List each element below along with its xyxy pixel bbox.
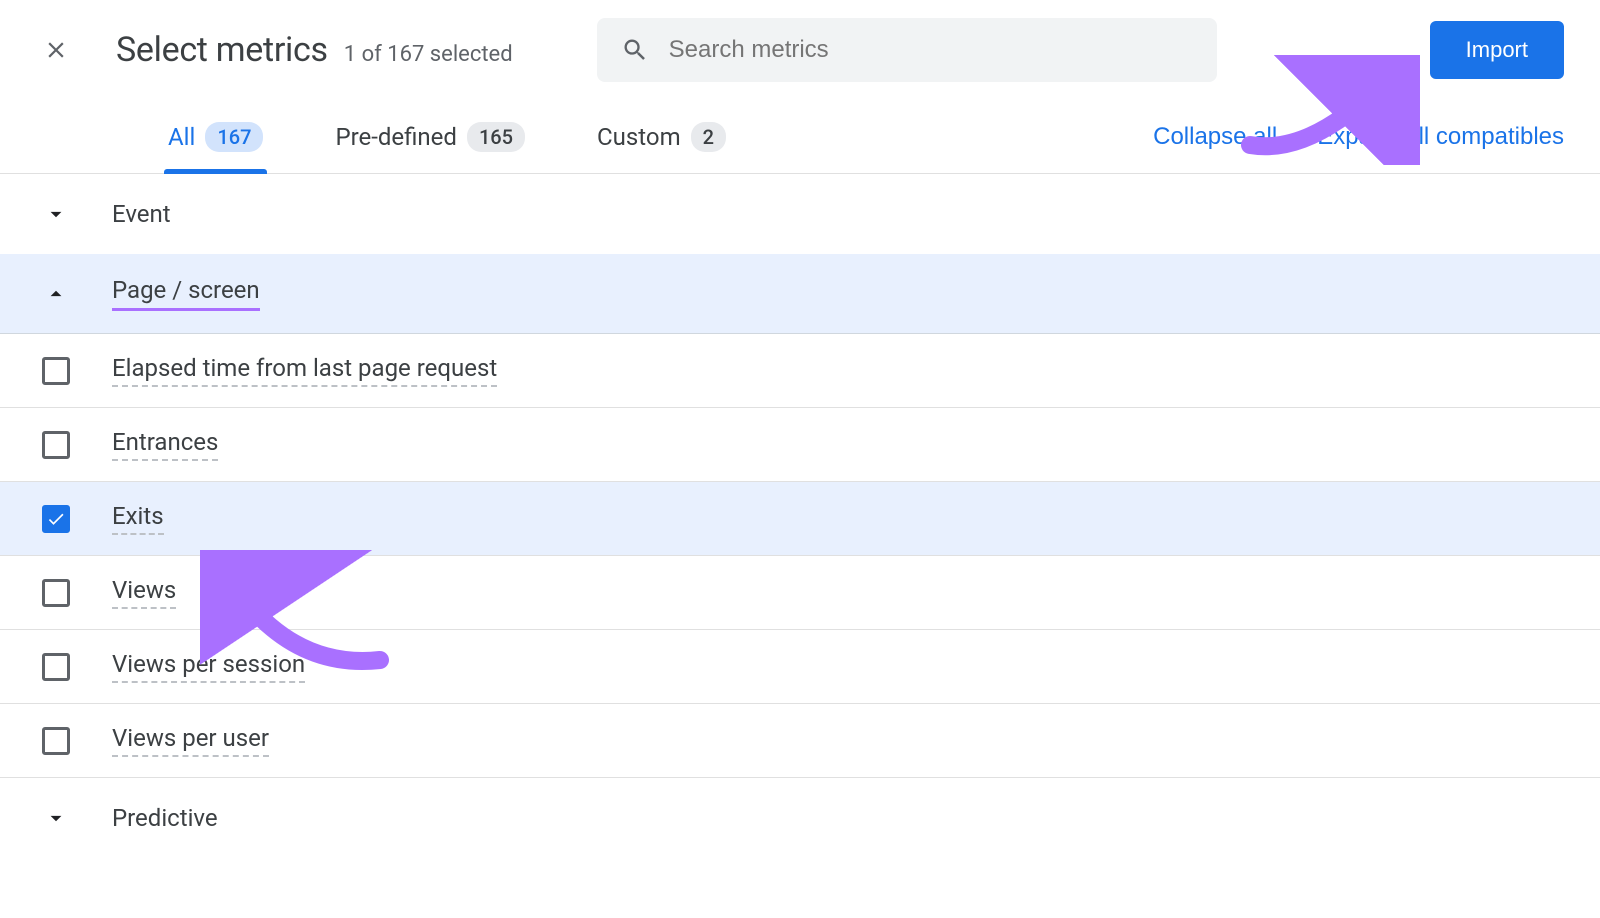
collapse-all-button[interactable]: Collapse all [1153,123,1277,151]
section-predictive[interactable]: Predictive [0,778,1600,858]
metric-label: Views per session [112,650,305,683]
chevron-up-icon [42,280,70,308]
chevron-down-icon [42,200,70,228]
section-label: Event [112,200,171,228]
section-page-screen[interactable]: Page / screen [0,254,1600,334]
metric-row[interactable]: Views per session [0,630,1600,704]
metric-label: Entrances [112,428,218,461]
import-button[interactable]: Import [1430,21,1564,79]
section-label: Page / screen [112,276,260,311]
chevron-down-icon [42,804,70,832]
tab-label: Pre-defined [335,123,457,151]
expand-all-button[interactable]: Expand all compatibles [1317,123,1564,151]
section-event[interactable]: Event [0,174,1600,254]
tab-count-badge: 167 [205,122,263,152]
tab-count-badge: 2 [691,122,726,152]
checkbox[interactable] [42,505,70,533]
selection-count: 1 of 167 selected [344,42,513,67]
dialog-title: Select metrics [116,30,328,70]
metric-row[interactable]: Elapsed time from last page request [0,334,1600,408]
checkbox[interactable] [42,727,70,755]
tab-count-badge: 165 [467,122,525,152]
section-label: Predictive [112,804,218,832]
search-input[interactable] [669,36,1193,64]
metric-row[interactable]: Views [0,556,1600,630]
metric-label: Elapsed time from last page request [112,354,497,387]
metric-row[interactable]: Exits [0,482,1600,556]
metric-row[interactable]: Entrances [0,408,1600,482]
tab-label: Custom [597,123,681,151]
checkbox[interactable] [42,357,70,385]
metric-label: Views [112,576,176,609]
checkbox[interactable] [42,431,70,459]
tab-all[interactable]: All 167 [152,100,279,173]
metric-label: Views per user [112,724,269,757]
search-box[interactable] [597,18,1217,82]
checkbox[interactable] [42,579,70,607]
metric-row[interactable]: Views per user [0,704,1600,778]
close-icon[interactable] [40,34,72,66]
dialog-header: Select metrics 1 of 167 selected Import [0,0,1600,100]
tab-predefined[interactable]: Pre-defined 165 [319,100,541,173]
metric-label: Exits [112,502,164,535]
tab-custom[interactable]: Custom 2 [581,100,742,173]
checkbox[interactable] [42,653,70,681]
tab-label: All [168,123,195,151]
tab-bar: All 167 Pre-defined 165 Custom 2 Collaps… [0,100,1600,174]
search-icon [621,36,649,64]
